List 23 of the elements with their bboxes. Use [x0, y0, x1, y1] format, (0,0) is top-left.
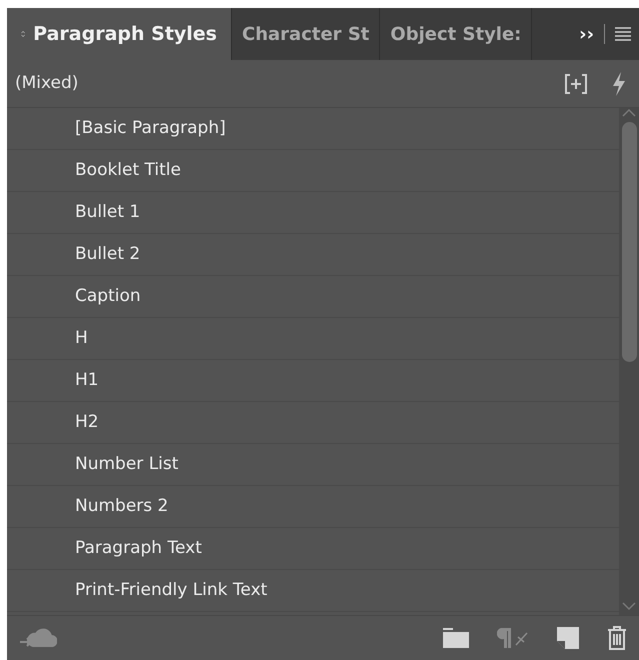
style-list-item[interactable]: Bullet 1: [7, 192, 619, 234]
new-page-icon[interactable]: [557, 627, 579, 649]
scrollbar-thumb[interactable]: [622, 122, 636, 362]
style-list-item[interactable]: Print-Friendly Link Text: [7, 570, 619, 612]
style-list-item[interactable]: Numbers 2: [7, 486, 619, 528]
scrollbar[interactable]: [619, 108, 639, 615]
style-list-item[interactable]: Booklet Title: [7, 150, 619, 192]
style-list-item[interactable]: H2: [7, 402, 619, 444]
more-tabs-button[interactable]: ››: [579, 20, 594, 48]
panel-tab[interactable]: Paragraph Styles: [7, 8, 232, 60]
style-list-item[interactable]: Number List: [7, 444, 619, 486]
folder-icon[interactable]: [443, 628, 469, 648]
style-list-item[interactable]: Bullet 2: [7, 234, 619, 276]
style-list-item[interactable]: [Basic Paragraph]: [7, 108, 619, 150]
new-group-icon[interactable]: [565, 74, 587, 94]
trash-icon[interactable]: [607, 626, 627, 650]
style-list-item[interactable]: H1: [7, 360, 619, 402]
style-list-item[interactable]: H: [7, 318, 619, 360]
style-list-item[interactable]: Paragraph Text: [7, 528, 619, 570]
style-list-item[interactable]: Caption: [7, 276, 619, 318]
menu-icon[interactable]: [615, 27, 631, 41]
current-style-label: (Mixed): [15, 72, 78, 95]
lightning-icon[interactable]: [611, 72, 627, 96]
